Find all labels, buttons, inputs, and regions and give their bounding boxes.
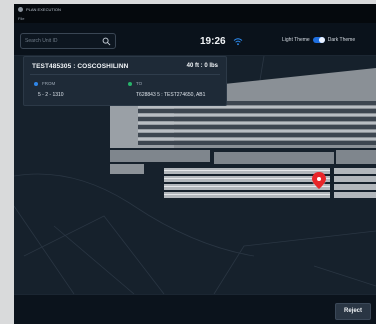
theme-toggle[interactable]: [312, 37, 325, 43]
from-dot-icon: [34, 81, 38, 86]
clock-time: 19:26: [200, 36, 226, 47]
action-footer: Reject: [14, 294, 376, 324]
window-title: PLAN EXECUTION: [26, 6, 61, 12]
to-dot-icon: [128, 81, 132, 86]
light-theme-label: Light Theme: [282, 37, 310, 43]
menu-bar: File: [14, 14, 376, 23]
unit-title: TEST485305 : COSCOSHILINN: [32, 63, 129, 70]
app-window: PLAN EXECUTION File 19:26 Light Theme Da…: [14, 4, 376, 324]
reject-button[interactable]: Reject: [335, 303, 371, 320]
to-label-text: TO: [136, 81, 143, 86]
from-label: FROM: [34, 81, 55, 86]
title-bar: PLAN EXECUTION: [14, 4, 376, 14]
toggle-knob: [318, 37, 325, 43]
menu-file[interactable]: File: [18, 16, 24, 21]
from-label-text: FROM: [42, 81, 56, 86]
unit-size: 40 ft : 0 lbs: [186, 63, 218, 69]
unit-info-card: TEST485305 : COSCOSHILINN 40 ft : 0 lbs …: [23, 56, 227, 106]
card-divider: [30, 74, 220, 75]
from-value: 5 - 2 - 1310: [38, 92, 64, 98]
to-label: TO: [128, 81, 142, 86]
theme-switch: Light Theme Dark Theme: [282, 37, 355, 43]
app-logo-icon: [18, 6, 23, 12]
top-header: 19:26 Light Theme Dark Theme: [14, 23, 376, 56]
to-value: T628843 5 : TEST274650, AB1: [136, 92, 206, 98]
search-icon[interactable]: [102, 37, 111, 46]
wifi-icon: [233, 38, 243, 46]
search-box[interactable]: [20, 33, 116, 49]
search-input[interactable]: [25, 36, 97, 46]
dark-theme-label: Dark Theme: [327, 37, 356, 43]
